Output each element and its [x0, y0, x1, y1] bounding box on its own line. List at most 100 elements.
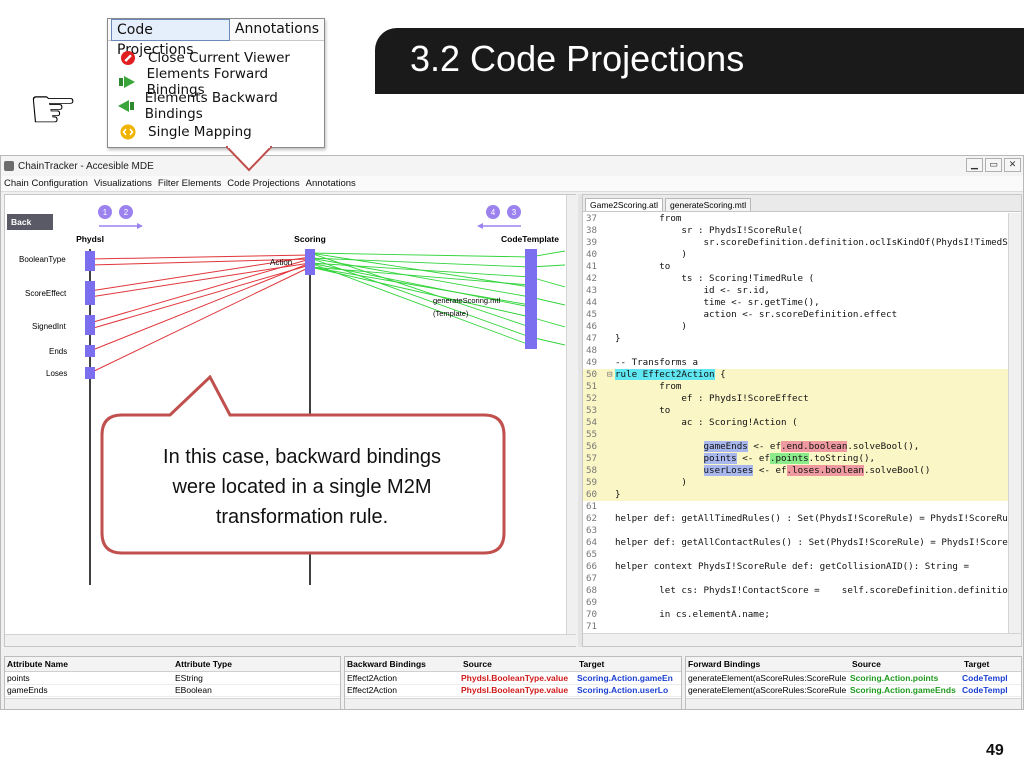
node-codetemplate — [525, 249, 537, 349]
line-number: 38 — [586, 225, 598, 236]
code-line[interactable]: 47 } — [583, 333, 1008, 345]
code-line[interactable]: 51 from — [583, 381, 1008, 393]
table-scrollbar[interactable] — [5, 698, 340, 709]
table-row[interactable]: points EString — [5, 673, 340, 685]
code-line[interactable]: 48 — [583, 345, 1008, 357]
fold-marker — [607, 309, 615, 321]
menu-tab-code-projections[interactable]: Code Projections — [111, 18, 230, 58]
code-line[interactable]: 69 — [583, 597, 1008, 609]
tab-generatescoring[interactable]: generateScoring.mtl — [665, 198, 752, 211]
table-row[interactable]: Effect2Action PhydsI.BooleanType.value S… — [345, 673, 681, 685]
code-text: let cs: PhydsI!ContactScore = self.score… — [659, 585, 1008, 596]
callout-text: In this case, backward bindings were loc… — [124, 442, 480, 532]
code-line[interactable]: 70 in cs.elementA.name; — [583, 609, 1008, 621]
code-line[interactable]: 44 time <- sr.getTime(), — [583, 297, 1008, 309]
code-line[interactable]: 54 ac : Scoring!Action ( — [583, 417, 1008, 429]
line-number: 52 — [586, 393, 598, 404]
table-row[interactable]: Effect2Action PhydsI.BooleanType.value S… — [345, 685, 681, 697]
code-line[interactable]: 55 — [583, 429, 1008, 441]
menu-chain-configuration[interactable]: Chain Configuration — [1, 178, 91, 189]
table-row[interactable]: generateElement(aScoreRules:ScoreRules) … — [686, 673, 1021, 685]
table-cell: Effect2Action — [347, 673, 397, 683]
code-area[interactable]: 37 from 38 sr : PhydsI!ScoreRule(39 sr.sc… — [583, 213, 1008, 633]
code-line[interactable]: 38 sr : PhydsI!ScoreRule( — [583, 225, 1008, 237]
tab-game2scoring[interactable]: Game2Scoring.atl — [585, 198, 664, 211]
code-line[interactable]: 62 helper def: getAllTimedRules() : Set(… — [583, 513, 1008, 525]
back-button[interactable]: Back — [7, 214, 53, 230]
code-line[interactable]: 46 ) — [583, 321, 1008, 333]
menu-filter-elements[interactable]: Filter Elements — [155, 178, 224, 189]
close-button[interactable]: ✕ — [1004, 158, 1021, 172]
table-scrollbar[interactable] — [345, 698, 681, 709]
menu-tab-annotations[interactable]: Annotations — [230, 19, 324, 41]
code-line[interactable]: 50 ⊟ rule Effect2Action { — [583, 369, 1008, 381]
editor-vertical-scrollbar[interactable] — [1008, 213, 1021, 633]
column-header[interactable]: Backward Bindings — [345, 657, 457, 671]
column-header[interactable]: Attribute Type — [173, 657, 333, 671]
code-line[interactable]: 61 — [583, 501, 1008, 513]
code-text: to — [615, 405, 671, 416]
code-editor-pane: Game2Scoring.atl generateScoring.mtl 37 … — [582, 194, 1022, 647]
code-line[interactable]: 43 id <- sr.id, — [583, 285, 1008, 297]
code-line[interactable]: 64 helper def: getAllContactRules() : Se… — [583, 537, 1008, 549]
code-line[interactable]: 45 action <- sr.scoreDefinition.effect — [583, 309, 1008, 321]
line-number: 45 — [586, 309, 598, 320]
code-line[interactable]: 63 — [583, 525, 1008, 537]
code-line[interactable]: 66 helper context PhydsI!ScoreRule def: … — [583, 561, 1008, 573]
code-line[interactable]: 57 points <- ef.points.toString(), — [583, 453, 1008, 465]
slide-title: 3.2 Code Projections — [410, 38, 745, 79]
table-row[interactable]: gameEnds EBoolean — [5, 685, 340, 697]
code-line[interactable]: 60 } — [583, 489, 1008, 501]
table-cell: generateElement(aScoreRules:ScoreRules) — [688, 685, 846, 695]
line-number: 69 — [586, 597, 598, 608]
code-line[interactable]: 67 — [583, 573, 1008, 585]
column-header[interactable]: Source — [461, 657, 576, 671]
code-line[interactable]: 59 ) — [583, 477, 1008, 489]
item-ends: Ends — [49, 347, 67, 356]
line-number: 66 — [586, 561, 598, 572]
code-line[interactable]: 56 gameEnds <- ef.end.boolean.solveBool(… — [583, 441, 1008, 453]
menu-item-label: Single Mapping — [148, 124, 252, 140]
code-line[interactable]: 39 sr.scoreDefinition.definition.oclIsKi… — [583, 237, 1008, 249]
fold-marker — [607, 417, 615, 429]
code-line[interactable]: 58 userLoses <- ef.loses.boolean.solveBo… — [583, 465, 1008, 477]
code-line[interactable]: 41 to — [583, 261, 1008, 273]
column-header[interactable]: Attribute Name — [5, 657, 173, 671]
table-cell: gameEnds — [7, 685, 48, 695]
line-number: 42 — [586, 273, 598, 284]
menu-visualizations[interactable]: Visualizations — [91, 178, 155, 189]
table-cell: Effect2Action — [347, 685, 397, 695]
maximize-button[interactable]: ▭ — [985, 158, 1002, 172]
code-line[interactable]: 52 ef : PhydsI!ScoreEffect — [583, 393, 1008, 405]
menu-item-backward-bindings[interactable]: Elements Backward Bindings — [108, 90, 324, 122]
table-row[interactable]: generateElement(aScoreRules:ScoreRules) … — [686, 685, 1021, 697]
template-file-label: generateScoring.mtl — [433, 296, 500, 305]
menu-annotations[interactable]: Annotations — [303, 178, 359, 189]
line-number: 56 — [586, 441, 598, 452]
viz-vertical-scrollbar[interactable] — [566, 195, 576, 635]
code-line[interactable]: 71 — [583, 621, 1008, 633]
table-scrollbar[interactable] — [686, 698, 1021, 709]
editor-horizontal-scrollbar[interactable] — [583, 633, 1021, 646]
minimize-button[interactable]: ▁ — [966, 158, 983, 172]
column-header[interactable]: Target — [962, 657, 1014, 671]
column-header[interactable]: Target — [577, 657, 675, 671]
code-text: ts : Scoring!TimedRule ( — [615, 273, 815, 284]
menu-pointer — [226, 146, 272, 172]
code-line[interactable]: 42 ts : Scoring!TimedRule ( — [583, 273, 1008, 285]
viz-horizontal-scrollbar[interactable] — [5, 634, 576, 646]
line-number: 53 — [586, 405, 598, 416]
column-header[interactable]: Source — [850, 657, 960, 671]
menu-item-single-mapping[interactable]: Single Mapping — [108, 120, 324, 144]
fold-marker — [607, 285, 615, 297]
menu-code-projections[interactable]: Code Projections — [224, 178, 302, 189]
code-line[interactable]: 40 ) — [583, 249, 1008, 261]
line-number: 48 — [586, 345, 598, 356]
code-line[interactable]: 65 — [583, 549, 1008, 561]
code-line[interactable]: 37 from — [583, 213, 1008, 225]
fold-marker[interactable]: ⊟ — [607, 369, 615, 381]
column-header[interactable]: Forward Bindings — [686, 657, 846, 671]
code-line[interactable]: 53 to — [583, 405, 1008, 417]
code-line[interactable]: 49 -- Transforms a — [583, 357, 1008, 369]
code-line[interactable]: 68 let cs: PhydsI!ContactScore = self.sc… — [583, 585, 1008, 597]
